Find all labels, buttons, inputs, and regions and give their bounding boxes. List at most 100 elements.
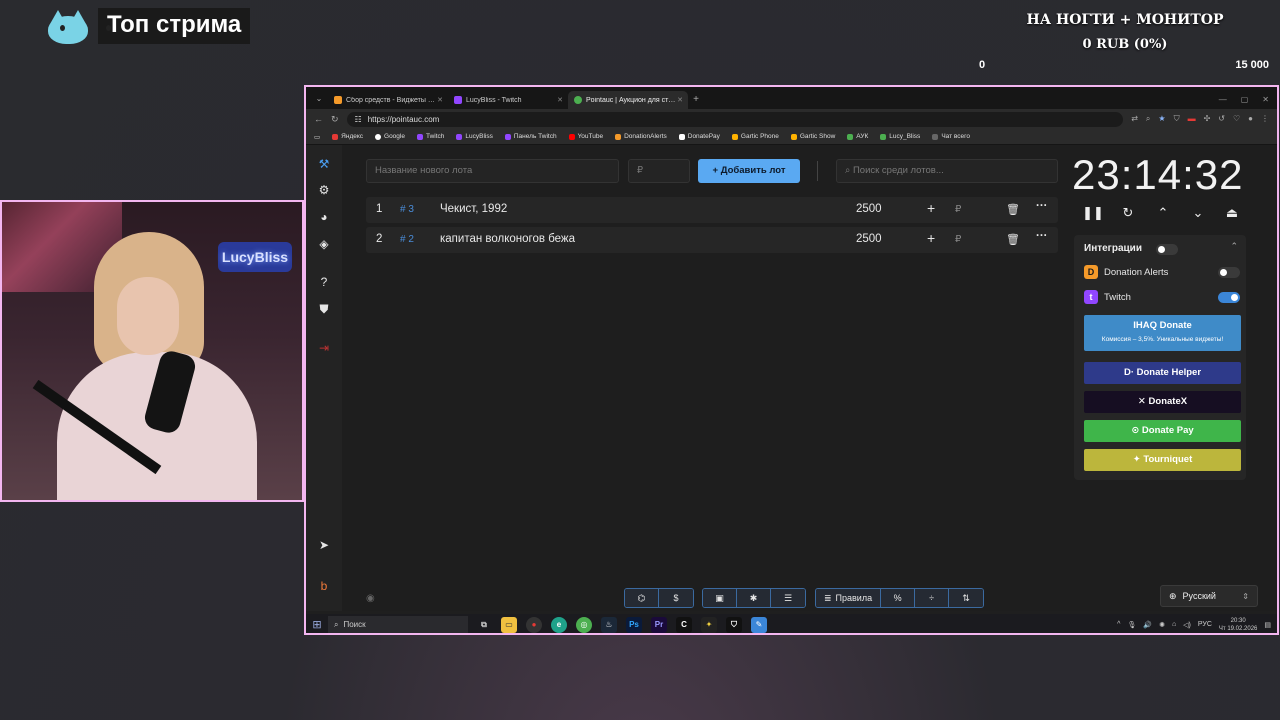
window-close-icon[interactable]: ✕ — [1262, 95, 1269, 104]
brightness-icon[interactable]: ✺ — [1159, 621, 1165, 629]
zoom-icon[interactable]: ⌕ — [1146, 114, 1150, 124]
tab-list-icon[interactable]: ⌄ — [310, 89, 328, 109]
reload-icon[interactable]: ↻ — [331, 114, 339, 125]
speaker-tray-icon[interactable]: 🔊 — [1143, 621, 1152, 629]
tray-chevron-icon[interactable]: ^ — [1117, 621, 1120, 628]
logout-icon[interactable]: ⇥ — [306, 341, 342, 355]
pause-icon[interactable]: ❚❚ — [1082, 205, 1104, 221]
chevron-down-icon[interactable]: ⌄ — [1187, 205, 1209, 221]
twitch-toggle[interactable] — [1218, 292, 1240, 303]
collections-icon[interactable]: ♡ — [1233, 114, 1240, 124]
percent-icon[interactable]: % — [881, 589, 916, 607]
bookmark-item[interactable]: АУК — [847, 133, 868, 140]
donationalerts-toggle[interactable] — [1218, 267, 1240, 278]
premiere-icon[interactable]: Pr — [651, 616, 667, 633]
trash-icon[interactable]: 🗑 — [1006, 203, 1020, 216]
volume-icon[interactable]: ◁) — [1183, 621, 1191, 629]
new-lot-input[interactable]: Название нового лота — [366, 159, 619, 183]
divide-icon[interactable]: ÷ — [915, 589, 950, 607]
donatex-button[interactable]: ✕ DonateX — [1084, 391, 1241, 413]
shield-check-icon[interactable]: ⛊ — [306, 302, 342, 317]
lot-amount[interactable]: 2500 — [856, 233, 882, 245]
add-amount-icon[interactable]: + — [927, 230, 935, 246]
minimize-icon[interactable]: — — [1219, 95, 1227, 104]
lot-name[interactable]: Чекист, 1992 — [440, 203, 507, 215]
steam-icon[interactable]: ♨ — [601, 616, 617, 633]
telegram-icon[interactable]: ➤ — [306, 538, 342, 552]
windows-start-icon[interactable]: ⊞ — [306, 618, 328, 631]
bookmark-item[interactable]: Google — [375, 133, 405, 140]
url-field[interactable]: ☷ https://pointauc.com — [346, 111, 1124, 127]
trash-icon[interactable]: 🗑 — [1006, 233, 1020, 246]
photoshop-icon[interactable]: Ps — [626, 616, 642, 633]
bookmark-star-icon[interactable]: ★ — [1158, 114, 1165, 124]
translate-icon[interactable]: ⇄ — [1131, 114, 1138, 124]
github-icon[interactable]: ⌬ — [625, 589, 659, 607]
close-icon[interactable]: ✕ — [677, 96, 683, 104]
mic-tray-icon[interactable]: 🎙 — [1127, 621, 1136, 629]
settings-gear-icon[interactable]: ⚙ — [306, 183, 342, 197]
browser-tab-pointauc[interactable]: Pointauc | Аукцион для стример ✕ — [568, 91, 688, 109]
boosty-icon[interactable]: b — [306, 579, 342, 593]
network-icon[interactable]: ⌂ — [1172, 621, 1176, 628]
sort-icon[interactable]: ⇅ — [949, 589, 984, 607]
chrome-icon[interactable]: ◎ — [576, 616, 592, 633]
tourniquet-button[interactable]: ✦ Tourniquet — [1084, 449, 1241, 471]
obs-icon[interactable]: ● — [526, 616, 542, 633]
back-icon[interactable]: ← — [314, 114, 323, 124]
lot-row[interactable]: 2 # 2 капитан волконогов бежа 2500 + ₽ 🗑… — [366, 227, 1058, 253]
bookmark-item[interactable]: Gartic Phone — [731, 133, 779, 140]
maximize-icon[interactable]: ▢ — [1241, 95, 1249, 104]
bookmark-item[interactable]: Gartic Show — [790, 133, 835, 140]
dollar-icon[interactable]: $ — [659, 589, 693, 607]
add-amount-icon[interactable]: + — [927, 200, 935, 216]
profile-avatar-icon[interactable]: ● — [1248, 114, 1253, 124]
taskbar-search[interactable]: ⌕ Поиск — [328, 616, 468, 633]
bookmark-item[interactable]: Панель Twitch — [504, 133, 557, 140]
menu-dots-icon[interactable]: ⋮ — [1261, 114, 1269, 124]
extensions-icon[interactable]: ✣ — [1204, 114, 1211, 124]
shield-extension-icon[interactable]: ⛉ — [1174, 114, 1180, 124]
bookmark-item[interactable]: Lucy_Bliss — [880, 133, 920, 140]
eject-icon[interactable]: ⏏ — [1221, 205, 1243, 221]
add-lot-button[interactable]: + Добавить лот — [698, 159, 800, 183]
task-view-icon[interactable]: ⧉ — [476, 617, 492, 633]
rules-button[interactable]: ≣ Правила — [816, 589, 882, 607]
layers-icon[interactable]: ◈ — [306, 237, 342, 251]
close-icon[interactable]: ✕ — [557, 96, 563, 104]
app-yellow-icon[interactable]: ✦ — [701, 616, 717, 633]
language-select[interactable]: ⊕ Русский ⇕ — [1160, 585, 1258, 607]
close-icon[interactable]: ✕ — [437, 96, 443, 104]
wheel-chart-icon[interactable]: ◕ — [306, 210, 342, 224]
bookmark-item[interactable]: DonationAlerts — [615, 133, 667, 140]
clear-list-icon[interactable]: ☰ — [771, 589, 805, 607]
bookmark-item[interactable]: YouTube — [568, 133, 603, 140]
bookmark-item[interactable]: Чат всего — [932, 133, 970, 140]
paint-icon[interactable]: ✎ — [751, 616, 767, 633]
donate-helper-button[interactable]: D· Donate Helper — [1084, 362, 1241, 384]
lot-name[interactable]: капитан волконогов бежа — [440, 233, 575, 245]
more-dots-icon[interactable]: ··· — [1036, 200, 1048, 212]
clock[interactable]: 20:30 Чт 19.02.2026 — [1219, 617, 1257, 633]
edge-icon[interactable]: e — [551, 616, 567, 633]
save-icon[interactable]: ▣ — [703, 589, 737, 607]
chevron-up-icon[interactable]: ⌃ — [1152, 205, 1174, 221]
capcut-icon[interactable]: C — [676, 616, 692, 633]
bookmark-item[interactable]: Twitch — [416, 133, 444, 140]
ruble-icon[interactable]: ₽ — [955, 204, 961, 215]
auction-gavel-icon[interactable]: ⚒ — [306, 157, 342, 171]
input-language[interactable]: РУС — [1198, 621, 1212, 628]
history-icon[interactable]: ↺ — [1218, 114, 1225, 124]
bookmark-folder-icon[interactable]: ▭ — [314, 133, 320, 141]
integrations-toggle[interactable] — [1156, 244, 1178, 255]
collapse-chevron-icon[interactable]: ⌃ — [1230, 241, 1238, 252]
help-icon[interactable]: ? — [306, 275, 342, 289]
extension-red-icon[interactable]: ▬ — [1188, 114, 1196, 124]
donate-pay-button[interactable]: ⊙ Donate Pay — [1084, 420, 1241, 442]
site-info-icon[interactable]: ☷ — [355, 115, 362, 124]
bug-icon[interactable]: ✱ — [737, 589, 771, 607]
ruble-icon[interactable]: ₽ — [955, 234, 961, 245]
bookmark-item[interactable]: LucyBliss — [456, 133, 493, 140]
shield-app-icon[interactable]: ⛉ — [726, 616, 742, 633]
bookmark-item[interactable]: DonatePay — [678, 133, 720, 140]
